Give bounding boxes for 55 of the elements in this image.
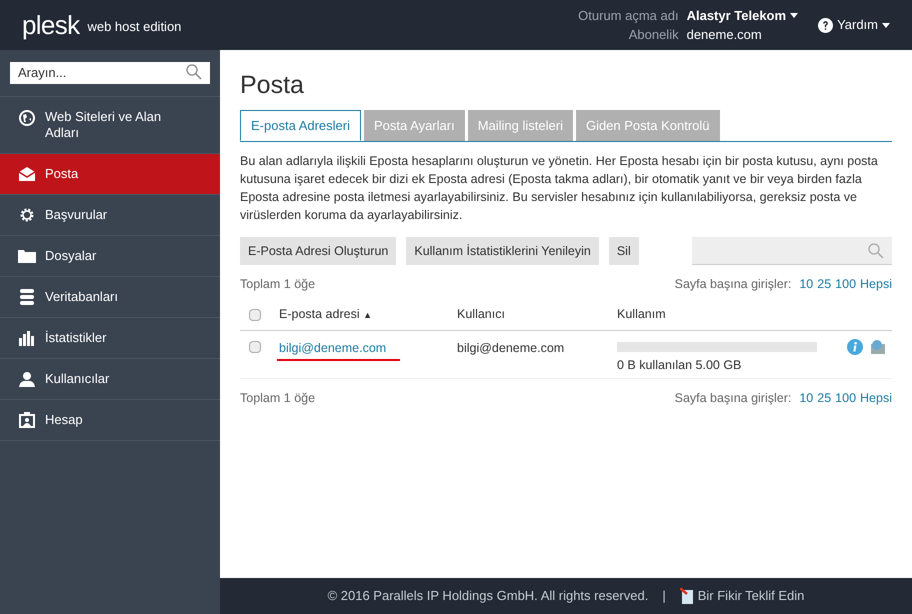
description-text: Bu alan adlarıyla ilişkili Eposta hesaplarını oluşturun ve yönetin. Her Eposta hesabı için bir posta kutusu, aynı posta kutusuna işaret edecek bir dizi ek Eposta adresi (Eposta takma adları), bir otomatik yanıt ve bir veya birden fazla Eposta adresine posta iletmesi ayarlayabilirsiniz. Bu servisler hesabınız için kullanılabiliyorsa, gereksiz posta ve virüslerden koruma da ayarlayabilirsiniz. [240,153,879,224]
list-search-field[interactable] [692,237,892,265]
tab[interactable]: E-posta Adresleri [240,110,361,141]
info-icon[interactable] [847,339,863,355]
subscription-value[interactable]: deneme.com [686,25,798,44]
database-icon [20,289,34,305]
caret-icon [790,13,798,18]
usage-text: 0 B kullanılan 5.00 GB [617,357,742,374]
page-title: Posta [240,70,305,100]
edition-label: web host edition [87,18,182,36]
column-header[interactable]: Kullanım [617,305,666,324]
toolbar-button[interactable]: E-Posta Adresi Oluşturun [240,237,396,265]
toolbar-button[interactable]: Sil [608,237,639,265]
feedback-link[interactable]: Bir Fikir Teklif Edin [680,586,804,606]
search-icon [868,242,884,258]
id-card-icon [19,412,35,428]
gear-icon [19,207,35,223]
sidebar-item[interactable]: Posta [0,154,220,195]
per-page-link[interactable]: 25 [817,388,832,408]
per-page-link[interactable]: 25 [817,274,832,294]
email-link[interactable]: bilgi@deneme.com [279,339,386,358]
per-page-label: Sayfa başına girişler: [674,276,792,293]
row-checkbox[interactable] [249,341,261,353]
table-cell-text: bilgi@deneme.com [457,340,566,357]
per-page-link[interactable]: 100 [835,274,856,294]
column-header[interactable]: E-posta adresi ▲ [279,305,457,324]
per-page-link[interactable]: 10 [799,388,814,408]
user-icon [19,371,35,387]
per-page-link[interactable]: Hepsi [860,388,892,408]
sidebar-item[interactable]: Veritabanları [0,277,220,318]
envelope-icon [18,166,36,182]
per-page-link[interactable]: Hepsi [860,274,892,294]
help-menu[interactable]: Yardım [818,15,890,35]
logo[interactable]: plesk [22,12,80,38]
search-field[interactable]: Arayın... [10,62,210,84]
select-all-checkbox[interactable] [249,308,261,320]
help-icon [818,18,834,32]
account-menu[interactable]: Alastyr Telekom [686,6,798,25]
per-page-link[interactable]: 100 [835,388,856,408]
copyright-text: © 2016 Parallels IP Holdings GmbH. All rights reserved. [328,587,648,606]
per-page-link[interactable]: 10 [799,274,814,294]
note-icon [680,588,694,604]
per-page-label: Sayfa başına girişler: [674,390,792,407]
caret-icon [882,22,890,28]
toolbar-button[interactable]: Kullanım İstatistiklerini Yenileyin [406,237,599,265]
folder-icon [18,249,36,263]
column-header[interactable]: Kullanıcı [457,305,617,324]
search-icon [186,64,202,80]
bar-chart-icon [19,330,35,346]
sidebar-item[interactable]: Dosyalar [0,236,220,277]
subscription-label: Abonelik [628,26,679,44]
total-count: Toplam 1 öğe [240,390,316,407]
total-count: Toplam 1 öğe [240,276,316,293]
login-label: Oturum açma adı [578,7,679,25]
separator: | [662,587,666,606]
